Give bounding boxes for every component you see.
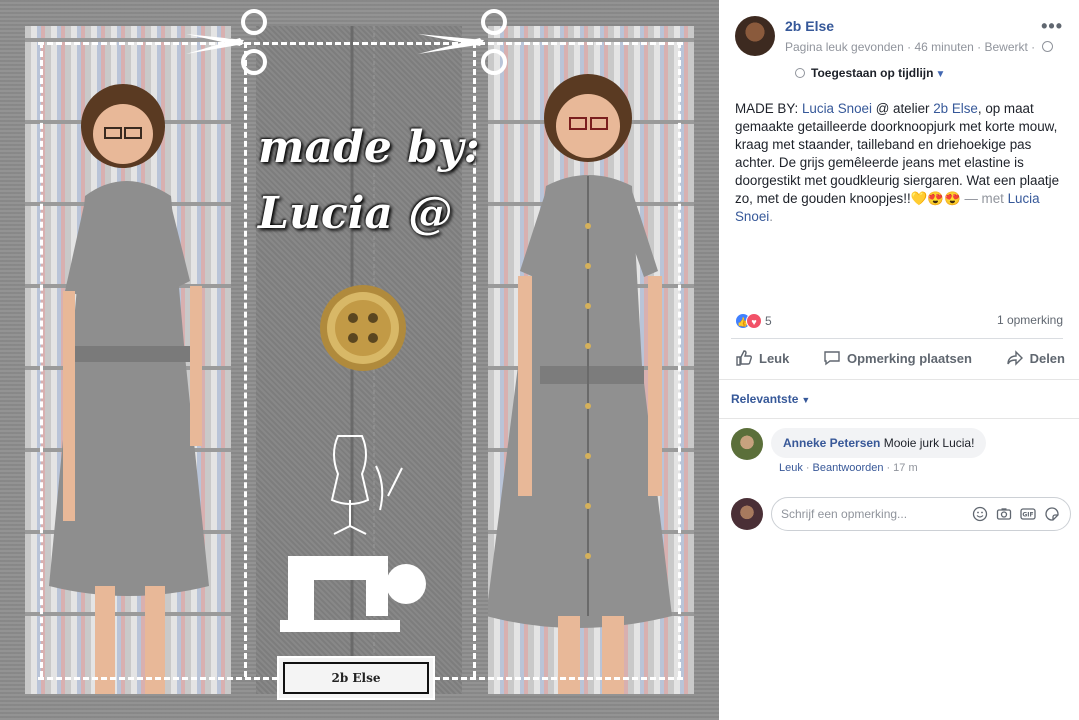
comment-button[interactable]: Opmerking plaatsen	[823, 345, 972, 371]
svg-text:GIF: GIF	[1022, 512, 1033, 519]
post-meta: Pagina leuk gevonden · 46 minuten · Bewe…	[785, 40, 1053, 54]
activity-label: Pagina leuk gevonden	[785, 40, 904, 54]
page-avatar[interactable]	[735, 16, 775, 56]
cut-line-inner-left	[244, 42, 247, 677]
current-user-avatar	[731, 498, 763, 530]
divider	[731, 338, 1063, 339]
write-comment-area: Schrijf een opmerking... GIF	[719, 488, 1079, 540]
thumbs-up-icon	[736, 350, 752, 366]
post-text-end: .	[769, 209, 773, 224]
post-text-prefix: MADE BY:	[735, 101, 802, 116]
caption-maker-name: Lucia @	[258, 188, 453, 239]
sort-label: Relevantste	[731, 392, 799, 406]
comment-bubble: Anneke Petersen Mooie jurk Lucia!	[771, 428, 987, 458]
more-options-button[interactable]: •••	[1041, 16, 1063, 37]
timeline-status[interactable]: Toegestaan op tijdlijn ▼	[795, 66, 945, 80]
like-button[interactable]: Leuk	[735, 345, 789, 371]
brand-logo-text: 2b Else	[331, 671, 381, 685]
comment-reply-link[interactable]: Beantwoorden	[813, 462, 884, 474]
share-label: Delen	[1029, 350, 1065, 366]
brand-logo: 2b Else	[277, 656, 435, 700]
comment-sort-dropdown[interactable]: Relevantste ▼	[731, 392, 810, 406]
write-comment-input[interactable]: Schrijf een opmerking... GIF	[771, 497, 1071, 531]
chevron-down-icon: ▼	[801, 395, 811, 405]
mention-2b-else[interactable]: 2b Else	[933, 101, 978, 116]
comment-actions: Leuk · Beantwoorden · 17 m	[779, 462, 918, 474]
photo-front-view	[488, 26, 694, 694]
share-icon	[1006, 350, 1023, 366]
post-header: 2b Else Pagina leuk gevonden · 46 minute…	[735, 16, 1063, 86]
post-time[interactable]: 46 minuten	[914, 40, 973, 54]
chevron-down-icon: ▼	[935, 69, 946, 80]
cut-line-right	[678, 42, 681, 677]
camera-icon[interactable]	[995, 505, 1013, 523]
divider	[719, 379, 1079, 380]
sticker-icon[interactable]	[1043, 505, 1061, 523]
comment-text: Mooie jurk Lucia!	[883, 436, 975, 450]
cut-line-top	[38, 42, 683, 45]
post-text-mid: @ atelier	[871, 101, 934, 116]
mention-lucia-snoei[interactable]: Lucia Snoei	[802, 101, 872, 116]
commenter-avatar[interactable]	[731, 428, 763, 460]
post-text: MADE BY: Lucia Snoei @ atelier 2b Else, …	[735, 100, 1065, 226]
page-name-link[interactable]: 2b Else	[785, 18, 834, 34]
scissors-icon	[418, 9, 507, 75]
comment-icon	[824, 351, 840, 366]
write-comment-placeholder: Schrijf een opmerking...	[781, 507, 908, 521]
share-button[interactable]: Delen	[1006, 345, 1065, 371]
comment-time[interactable]: 17 m	[893, 462, 917, 474]
timeline-status-icon	[795, 68, 805, 78]
comment-author[interactable]: Anneke Petersen	[783, 436, 880, 450]
post-photo[interactable]: made by: Lucia @ 2b Else	[0, 0, 719, 720]
reactions-bar[interactable]: 👍 ♥ 5 1 opmerking	[735, 312, 1063, 332]
scissors-icon	[186, 9, 267, 75]
gif-icon[interactable]: GIF	[1019, 505, 1037, 523]
caption-made-by: made by:	[258, 122, 480, 173]
edited-label[interactable]: Bewerkt	[984, 40, 1027, 54]
love-reaction-icon: ♥	[746, 312, 762, 329]
comment-count-link[interactable]: 1 opmerking	[997, 313, 1063, 327]
comment-item: Anneke Petersen Mooie jurk Lucia! Leuk · B…	[731, 428, 1061, 478]
comment-label: Opmerking plaatsen	[846, 350, 972, 366]
photo-back-view	[25, 26, 231, 694]
emoji-icon[interactable]	[971, 505, 989, 523]
reaction-count[interactable]: 5	[765, 314, 772, 328]
post-text-with: — met	[960, 191, 1008, 206]
comment-like-link[interactable]: Leuk	[779, 462, 803, 474]
timeline-label: Toegestaan op tijdlijn	[811, 66, 934, 80]
post-sidebar: 2b Else Pagina leuk gevonden · 46 minute…	[719, 0, 1079, 720]
cut-line-left	[40, 42, 43, 677]
divider	[719, 418, 1079, 419]
globe-icon[interactable]	[1041, 41, 1053, 52]
post-actions: Leuk Opmerking plaatsen Delen	[735, 345, 1065, 371]
like-label: Leuk	[759, 350, 790, 366]
